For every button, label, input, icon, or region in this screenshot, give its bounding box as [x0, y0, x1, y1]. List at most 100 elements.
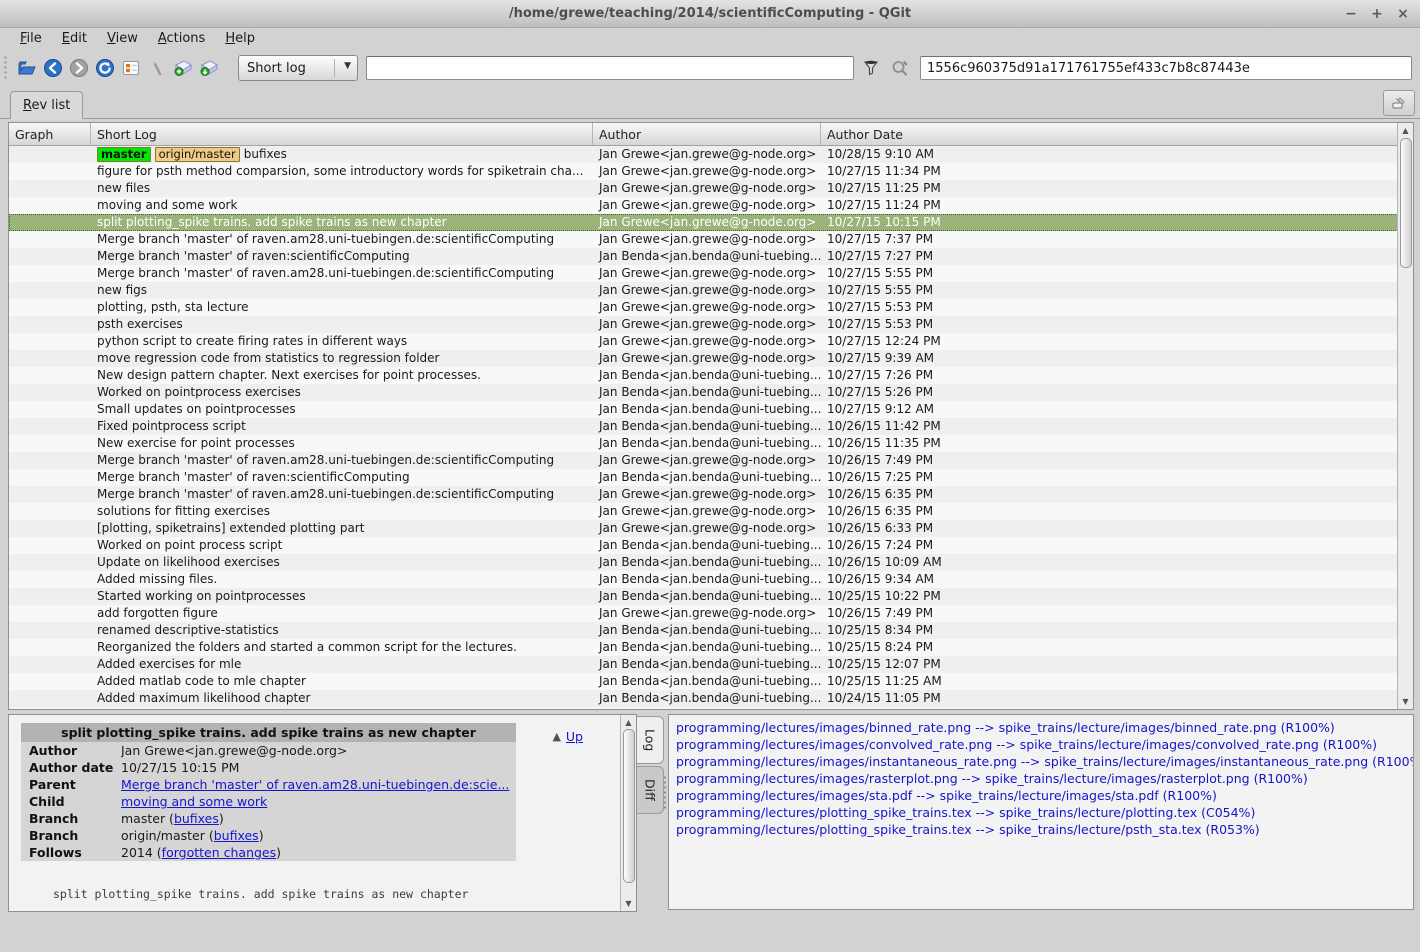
up-link-label[interactable]: Up [566, 729, 583, 744]
changed-file-entry[interactable]: programming/lectures/images/convolved_ra… [669, 736, 1413, 753]
commit-row[interactable]: psth exercisesJan Grewe<jan.grewe@g-node… [9, 316, 1398, 333]
open-folder-icon [17, 58, 37, 78]
menu-help[interactable]: Help [215, 28, 265, 50]
commit-subject: Merge branch 'master' of raven:scientifi… [91, 248, 593, 265]
commit-row[interactable]: moving and some workJan Grewe<jan.grewe@… [9, 197, 1398, 214]
commit-row[interactable]: Worked on point process scriptJan Benda<… [9, 537, 1398, 554]
detail-link[interactable]: bufixes [174, 811, 219, 826]
log-view-select[interactable]: Short log ▼ [238, 55, 358, 81]
rev-list-scrollbar[interactable]: ▲ ▼ [1397, 123, 1413, 709]
detail-link[interactable]: forgotten changes [162, 845, 276, 860]
commit-row[interactable]: plotting, psth, sta lectureJan Grewe<jan… [9, 299, 1398, 316]
commit-subject: Merge branch 'master' of raven.am28.uni-… [91, 265, 593, 282]
menu-edit[interactable]: Edit [52, 28, 97, 50]
scroll-up-icon[interactable]: ▲ [1398, 124, 1413, 137]
commit-row[interactable]: solutions for fitting exercisesJan Grewe… [9, 503, 1398, 520]
column-header-short-log[interactable]: Short Log [91, 123, 593, 145]
refresh-button[interactable] [92, 55, 118, 81]
minimize-button[interactable]: − [1344, 7, 1358, 21]
changed-file-entry[interactable]: programming/lectures/plotting_spike_trai… [669, 804, 1413, 821]
detail-row: Branchmaster (bufixes) [21, 810, 516, 827]
tab-rev-list[interactable]: Rev list [10, 91, 83, 119]
column-header-author[interactable]: Author [593, 123, 821, 145]
commit-row[interactable]: Added maximum likelihood chapterJan Bend… [9, 690, 1398, 707]
forward-button[interactable] [66, 55, 92, 81]
commit-subject: solutions for fitting exercises [91, 503, 593, 520]
commit-row[interactable]: Added missing files.Jan Benda<jan.benda@… [9, 571, 1398, 588]
commit-subject: Merge branch 'master' of raven:scientifi… [91, 469, 593, 486]
side-tab-diff[interactable]: Diff [637, 766, 664, 814]
commit-row[interactable]: [plotting, spiketrains] extended plottin… [9, 520, 1398, 537]
filter-input[interactable] [366, 56, 854, 80]
column-header-graph[interactable]: Graph [9, 123, 91, 145]
commit-row[interactable]: python script to create firing rates in … [9, 333, 1398, 350]
commit-row[interactable]: Merge branch 'master' of raven:scientifi… [9, 469, 1398, 486]
filter-tool-button[interactable] [859, 56, 883, 80]
commit-row[interactable]: move regression code from statistics to … [9, 350, 1398, 367]
sha-input[interactable] [920, 56, 1412, 80]
splitter-handle[interactable] [663, 775, 667, 809]
wand-button[interactable] [144, 55, 170, 81]
commit-row[interactable]: masterorigin/masterbufixesJan Grewe<jan.… [9, 146, 1398, 163]
detail-link[interactable]: bufixes [214, 828, 259, 843]
scroll-down-icon[interactable]: ▼ [1398, 695, 1413, 708]
changed-file-entry[interactable]: programming/lectures/images/sta.pdf --> … [669, 787, 1413, 804]
tab-list-button[interactable] [1383, 90, 1415, 116]
up-link[interactable]: ▲ Up [552, 729, 583, 744]
menu-view[interactable]: View [97, 28, 148, 50]
commit-row[interactable]: Fixed pointprocess scriptJan Benda<jan.b… [9, 418, 1398, 435]
commit-row[interactable]: Merge branch 'master' of raven:scientifi… [9, 248, 1398, 265]
commit-row[interactable]: Merge branch 'master' of raven.am28.uni-… [9, 265, 1398, 282]
scroll-down-icon[interactable]: ▼ [621, 897, 636, 910]
qgit-window: { "window": { "title": "/home/grewe/teac… [0, 0, 1420, 952]
commit-row[interactable]: Reorganized the folders and started a co… [9, 639, 1398, 656]
view-layout-button[interactable] [118, 55, 144, 81]
detail-link[interactable]: moving and some work [121, 794, 267, 809]
toolbar-drag-handle[interactable] [3, 55, 8, 81]
commit-date: 10/27/15 10:15 PM [821, 214, 1398, 231]
changed-file-entry[interactable]: programming/lectures/images/instantaneou… [669, 753, 1413, 770]
commit-row[interactable]: split plotting_spike trains. add spike t… [9, 214, 1398, 231]
table-header: Graph Short Log Author Author Date [9, 123, 1413, 146]
commit-row[interactable]: Added exercises for mleJan Benda<jan.ben… [9, 656, 1398, 673]
back-button[interactable] [40, 55, 66, 81]
side-tab-log[interactable]: Log [637, 716, 664, 764]
menu-file[interactable]: File [10, 28, 52, 50]
changed-file-entry[interactable]: programming/lectures/images/rasterplot.p… [669, 770, 1413, 787]
commit-author: Jan Grewe<jan.grewe@g-node.org> [593, 163, 821, 180]
detail-label: Follows [29, 845, 121, 860]
commit-row[interactable]: figure for psth method comparsion, some … [9, 163, 1398, 180]
commit-row[interactable]: Started working on pointprocessesJan Ben… [9, 588, 1398, 605]
detail-scrollbar[interactable]: ▲ ▼ [620, 715, 636, 911]
commit-row[interactable]: Small updates on pointprocessesJan Benda… [9, 401, 1398, 418]
commit-row[interactable]: Merge branch 'master' of raven.am28.uni-… [9, 486, 1398, 503]
commit-row[interactable]: add forgotten figureJan Grewe<jan.grewe@… [9, 605, 1398, 622]
menu-actions[interactable]: Actions [148, 28, 216, 50]
scroll-up-icon[interactable]: ▲ [621, 716, 636, 729]
commit-row[interactable]: Worked on pointprocess exercisesJan Bend… [9, 384, 1398, 401]
commit-row[interactable]: Added matlab code to mle chapterJan Bend… [9, 673, 1398, 690]
scrollbar-thumb[interactable] [623, 729, 635, 883]
commit-row[interactable]: Merge branch 'master' of raven.am28.uni-… [9, 231, 1398, 248]
changed-file-entry[interactable]: programming/lectures/plotting_spike_trai… [669, 821, 1413, 838]
changed-file-entry[interactable]: programming/lectures/images/binned_rate.… [669, 719, 1413, 736]
commit-subject: Reorganized the folders and started a co… [91, 639, 593, 656]
close-button[interactable]: × [1396, 7, 1410, 21]
format-patch-button[interactable] [196, 55, 222, 81]
maximize-button[interactable]: + [1370, 7, 1384, 21]
apply-patch-button[interactable] [170, 55, 196, 81]
commit-row[interactable]: New design pattern chapter. Next exercis… [9, 367, 1398, 384]
commit-row[interactable]: Merge branch 'master' of raven.am28.uni-… [9, 452, 1398, 469]
commit-row[interactable]: new figsJan Grewe<jan.grewe@g-node.org>1… [9, 282, 1398, 299]
commit-row[interactable]: New exercise for point processesJan Bend… [9, 435, 1398, 452]
column-header-author-date[interactable]: Author Date [821, 123, 1413, 145]
commit-row[interactable]: new filesJan Grewe<jan.grewe@g-node.org>… [9, 180, 1398, 197]
commit-row[interactable]: Update on likelihood exercisesJan Benda<… [9, 554, 1398, 571]
highlight-search-button[interactable] [888, 56, 912, 80]
detail-link[interactable]: Merge branch 'master' of raven.am28.uni-… [121, 777, 509, 792]
open-repo-button[interactable] [14, 55, 40, 81]
commit-row[interactable]: renamed descriptive-statisticsJan Benda<… [9, 622, 1398, 639]
scrollbar-thumb[interactable] [1400, 138, 1412, 268]
forward-icon [69, 58, 89, 78]
detail-label: Branch [29, 828, 121, 843]
